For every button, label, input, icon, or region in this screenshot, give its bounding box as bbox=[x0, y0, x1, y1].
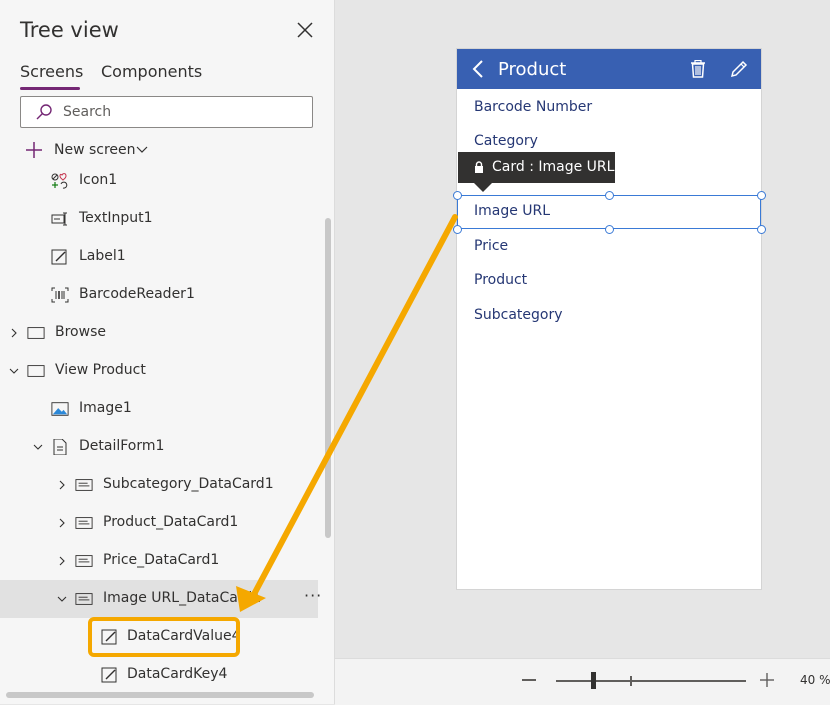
chevron-right-icon[interactable] bbox=[57, 556, 67, 566]
zoom-out-button[interactable] bbox=[522, 679, 536, 681]
close-icon[interactable] bbox=[295, 20, 315, 40]
active-tab-indicator bbox=[20, 87, 80, 90]
tree-item-image1[interactable]: Image1 bbox=[0, 390, 318, 428]
tree-item-subcategory-datacard1[interactable]: Subcategory_DataCard1 bbox=[0, 466, 318, 504]
tree-item-label: BarcodeReader1 bbox=[79, 286, 195, 302]
app-screen-preview[interactable]: Product Barcode Number Category Image UR… bbox=[457, 49, 761, 589]
image-icon bbox=[51, 402, 69, 416]
zoom-in-button[interactable] bbox=[760, 673, 774, 687]
text-input-icon bbox=[51, 212, 67, 226]
search-placeholder: Search bbox=[63, 104, 112, 120]
resize-handle[interactable] bbox=[453, 191, 462, 200]
field-label-barcode-number: Barcode Number bbox=[474, 99, 593, 115]
zoom-bar: 40 % bbox=[335, 658, 830, 705]
chevron-down-icon[interactable] bbox=[9, 366, 19, 376]
lock-icon bbox=[475, 161, 483, 173]
trash-icon[interactable] bbox=[689, 60, 707, 78]
tree-item-textinput1[interactable]: TextInput1 bbox=[0, 200, 318, 238]
tree-item-label: Subcategory_DataCard1 bbox=[103, 476, 274, 492]
plus-icon bbox=[26, 142, 42, 158]
tree-list: Icon1 TextInput1 Label1 BarcodeReader1 B… bbox=[0, 170, 334, 690]
search-icon bbox=[36, 104, 52, 120]
tree-item-browse[interactable]: Browse bbox=[0, 314, 318, 352]
tooltip-pointer bbox=[474, 183, 492, 192]
pencil-icon[interactable] bbox=[729, 59, 749, 79]
vertical-scrollbar[interactable] bbox=[325, 218, 331, 538]
zoom-slider-thumb[interactable] bbox=[591, 672, 596, 689]
zoom-slider-tick bbox=[630, 676, 632, 686]
tree-item-label: Label1 bbox=[79, 248, 126, 264]
screen-icon bbox=[27, 327, 45, 339]
field-label-product: Product bbox=[474, 272, 528, 288]
tree-item-label: Browse bbox=[55, 324, 106, 340]
tree-item-product-datacard1[interactable]: Product_DataCard1 bbox=[0, 504, 318, 542]
new-screen-label: New screen bbox=[54, 142, 136, 158]
tree-item-label: Product_DataCard1 bbox=[103, 514, 239, 530]
tab-components[interactable]: Components bbox=[101, 62, 202, 81]
chevron-right-icon[interactable] bbox=[9, 328, 19, 338]
new-screen-button[interactable]: New screen bbox=[24, 140, 154, 162]
panel-title: Tree view bbox=[20, 18, 119, 42]
tree-item-label: TextInput1 bbox=[79, 210, 153, 226]
tree-item-datacardkey4[interactable]: DataCardKey4 bbox=[0, 656, 318, 690]
field-label-subcategory: Subcategory bbox=[474, 307, 563, 323]
resize-handle[interactable] bbox=[605, 225, 614, 234]
field-label-category: Category bbox=[474, 133, 538, 149]
tree-view-panel: Tree view Screens Components Search New … bbox=[0, 0, 335, 704]
tree-item-label: Icon1 bbox=[79, 172, 118, 188]
tree-item-label: Image1 bbox=[79, 400, 132, 416]
card-icon bbox=[75, 517, 93, 529]
chevron-right-icon[interactable] bbox=[57, 518, 67, 528]
card-tooltip: Card : Image URL bbox=[458, 152, 615, 183]
back-arrow-icon[interactable] bbox=[471, 59, 485, 79]
resize-handle[interactable] bbox=[453, 225, 462, 234]
tree-item-barcodereader1[interactable]: BarcodeReader1 bbox=[0, 276, 318, 314]
horizontal-scrollbar[interactable] bbox=[6, 692, 314, 698]
zoom-slider[interactable] bbox=[556, 680, 746, 682]
tree-item-label1[interactable]: Label1 bbox=[0, 238, 318, 276]
search-input[interactable]: Search bbox=[20, 96, 313, 128]
zoom-value: 40 % bbox=[800, 673, 830, 687]
screen-icon bbox=[27, 365, 45, 377]
tree-item-label: DataCardKey4 bbox=[127, 666, 228, 682]
form-icon bbox=[53, 439, 67, 455]
tree-item-icon1[interactable]: Icon1 bbox=[0, 170, 318, 200]
more-options-button[interactable]: ··· bbox=[304, 586, 322, 605]
resize-handle[interactable] bbox=[757, 191, 766, 200]
chevron-down-icon[interactable] bbox=[57, 594, 67, 604]
card-icon bbox=[75, 593, 93, 605]
field-label-price: Price bbox=[474, 238, 509, 254]
app-header-title: Product bbox=[498, 59, 567, 80]
tree-item-label: DetailForm1 bbox=[79, 438, 165, 454]
label-edit-icon bbox=[51, 249, 67, 265]
tree-item-image-url-datacard1[interactable]: Image URL_DataCard1 ··· bbox=[0, 580, 321, 618]
barcode-icon bbox=[51, 287, 69, 303]
card-icon bbox=[75, 555, 93, 567]
chevron-down-icon[interactable] bbox=[33, 442, 43, 452]
chevron-down-icon[interactable] bbox=[136, 144, 148, 156]
tooltip-text: Card : Image URL bbox=[492, 159, 615, 175]
tree-item-label: Image URL_DataCard1 bbox=[103, 590, 262, 606]
icon-control-icon bbox=[51, 173, 68, 189]
tab-screens[interactable]: Screens bbox=[20, 62, 83, 81]
app-header: Product bbox=[457, 49, 761, 89]
tree-item-view-product[interactable]: View Product bbox=[0, 352, 318, 390]
tree-item-price-datacard1[interactable]: Price_DataCard1 bbox=[0, 542, 318, 580]
card-icon bbox=[75, 479, 93, 491]
chevron-right-icon[interactable] bbox=[57, 480, 67, 490]
tree-item-label: Price_DataCard1 bbox=[103, 552, 220, 568]
resize-handle[interactable] bbox=[757, 225, 766, 234]
annotation-highlight-box bbox=[88, 617, 240, 657]
selection-box[interactable] bbox=[457, 195, 761, 229]
tree-item-label: View Product bbox=[55, 362, 146, 378]
tree-item-detailform1[interactable]: DetailForm1 bbox=[0, 428, 318, 466]
label-edit-icon bbox=[101, 667, 117, 683]
resize-handle[interactable] bbox=[605, 191, 614, 200]
